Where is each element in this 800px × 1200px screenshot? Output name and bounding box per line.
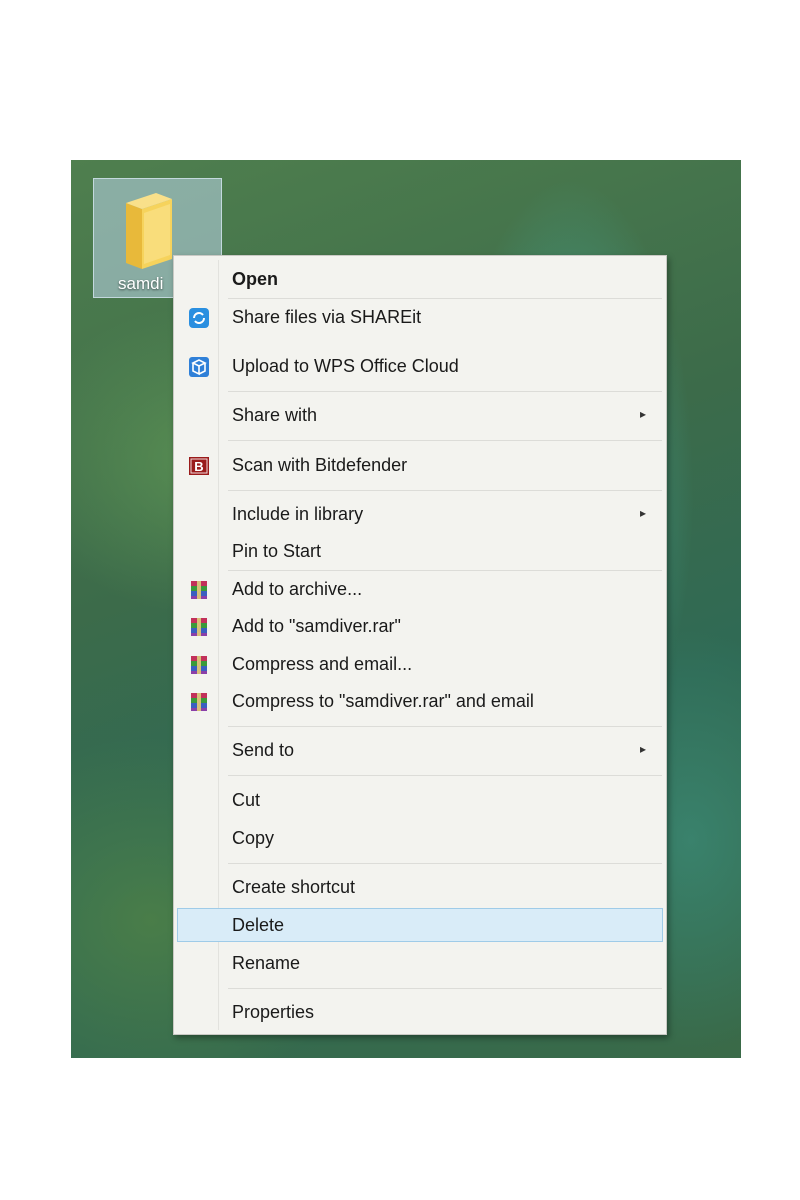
menu-separator xyxy=(228,775,662,776)
menu-separator xyxy=(228,298,662,299)
menu-item-label: Cut xyxy=(232,790,261,810)
menu-item-label: Compress and email... xyxy=(232,654,413,674)
menu-item-label: Create shortcut xyxy=(232,877,356,897)
menu-item-include-in-library[interactable]: Include in library ▸ xyxy=(177,497,663,531)
submenu-arrow-icon: ▸ xyxy=(639,742,646,756)
menu-item-label: Properties xyxy=(232,1002,315,1022)
menu-item-label: Rename xyxy=(232,953,301,973)
menu-item-label: Copy xyxy=(232,828,275,848)
menu-item-delete[interactable]: Delete xyxy=(177,908,663,942)
menu-item-share-with[interactable]: Share with ▸ xyxy=(177,398,663,432)
menu-item-open[interactable]: Open xyxy=(177,262,663,296)
menu-separator xyxy=(228,726,662,727)
menu-item-label: Send to xyxy=(232,740,295,760)
menu-item-label: Upload to WPS Office Cloud xyxy=(232,356,459,376)
menu-item-add-to-samdiver-rar[interactable]: Add to "samdiver.rar" xyxy=(177,609,663,643)
svg-text:B: B xyxy=(194,459,203,474)
bitdefender-icon: B xyxy=(188,455,210,477)
menu-item-label: Pin to Start xyxy=(232,541,322,561)
menu-item-label: Include in library xyxy=(232,504,364,524)
menu-item-label: Share with xyxy=(232,405,318,425)
submenu-arrow-icon: ▸ xyxy=(639,506,646,520)
menu-item-add-to-archive[interactable]: Add to archive... xyxy=(177,572,663,606)
menu-item-label: Open xyxy=(232,269,279,289)
winrar-icon xyxy=(188,654,210,676)
menu-separator xyxy=(228,863,662,864)
menu-item-label: Add to "samdiver.rar" xyxy=(232,616,401,636)
menu-item-copy[interactable]: Copy xyxy=(177,821,663,855)
menu-item-create-shortcut[interactable]: Create shortcut xyxy=(177,870,663,904)
menu-item-rename[interactable]: Rename xyxy=(177,946,663,980)
wps-cloud-icon xyxy=(188,356,210,378)
menu-separator xyxy=(228,440,662,441)
menu-item-label: Delete xyxy=(232,915,285,935)
menu-item-properties[interactable]: Properties xyxy=(177,995,663,1029)
menu-item-scan-with-bitdefender[interactable]: B Scan with Bitdefender xyxy=(177,448,663,482)
winrar-icon xyxy=(188,616,210,638)
winrar-icon xyxy=(188,579,210,601)
menu-item-label: Compress to "samdiver.rar" and email xyxy=(232,691,534,711)
menu-item-label: Add to archive... xyxy=(232,579,363,599)
menu-item-pin-to-start[interactable]: Pin to Start xyxy=(177,534,663,568)
menu-item-label: Share files via SHAREit xyxy=(232,307,422,327)
submenu-arrow-icon: ▸ xyxy=(639,407,646,421)
menu-item-cut[interactable]: Cut xyxy=(177,783,663,817)
menu-item-label: Scan with Bitdefender xyxy=(232,455,408,475)
menu-item-compress-to-samdiver-rar-and-email[interactable]: Compress to "samdiver.rar" and email xyxy=(177,684,663,718)
winrar-icon xyxy=(188,691,210,713)
menu-separator xyxy=(228,490,662,491)
shareit-icon xyxy=(188,307,210,329)
menu-item-send-to[interactable]: Send to ▸ xyxy=(177,733,663,767)
menu-item-upload-to-wps-office-cloud[interactable]: Upload to WPS Office Cloud xyxy=(177,349,663,383)
menu-item-share-files-via-shareit[interactable]: Share files via SHAREit xyxy=(177,300,663,334)
menu-separator xyxy=(228,391,662,392)
folder-icon xyxy=(126,193,172,269)
menu-separator xyxy=(228,988,662,989)
menu-item-compress-and-email[interactable]: Compress and email... xyxy=(177,647,663,681)
menu-separator xyxy=(228,570,662,571)
context-menu: Open Share files via SHAREit Upload to WPS… xyxy=(173,255,667,1035)
